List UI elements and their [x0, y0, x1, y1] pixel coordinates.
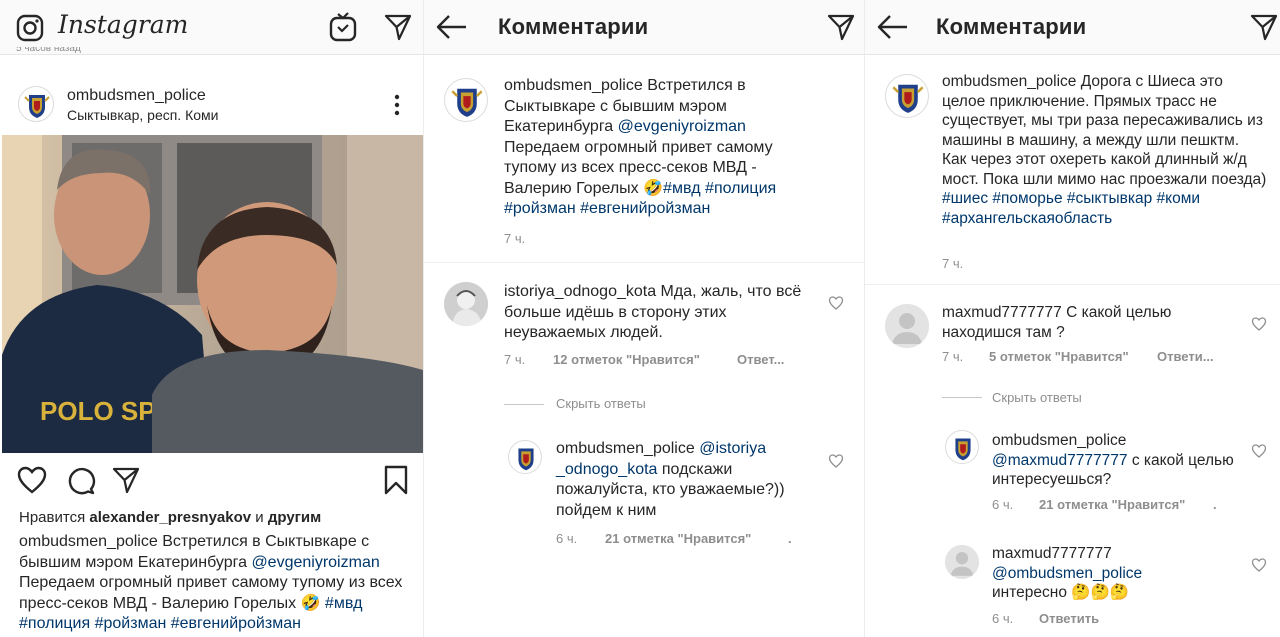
likes-line: Нравится alexander_presnyakov и другим [19, 509, 321, 526]
likes-count-text[interactable]: 12 отметок "Нравится" [553, 352, 700, 367]
likes-count-text[interactable]: 21 отметка "Нравится" [605, 531, 751, 546]
caption-mention[interactable]: @evgeniyroizman [251, 554, 379, 571]
comment-likes-count[interactable]: 5 отметок "Нравится" [989, 349, 1129, 364]
divider [424, 262, 865, 263]
caption-time: 7 ч. [504, 231, 526, 246]
avatar[interactable] [945, 545, 979, 579]
caption-comment: ombudsmen_police Дорога с Шиеса это цело… [942, 72, 1267, 228]
comment-text: maxmud7777777 С какой целью находишся та… [942, 303, 1232, 342]
reply-link[interactable]: . [788, 531, 792, 546]
reply-time: 6 ч. [556, 531, 578, 546]
divider [504, 404, 544, 405]
reply-link-text[interactable]: Ответ... [737, 352, 784, 367]
comment-like-heart-icon[interactable] [828, 454, 844, 468]
comment-username[interactable]: istoriya_odnogo_kota [504, 283, 656, 300]
divider [942, 397, 982, 398]
comment-like-heart-icon[interactable] [1251, 317, 1267, 331]
likes-prefix: Нравится [19, 509, 90, 526]
hide-replies-button[interactable]: Скрыть ответы [992, 390, 1082, 405]
post-username[interactable]: ombudsmen_police [67, 87, 206, 105]
direct-message-icon[interactable] [826, 13, 856, 41]
likes-user-link[interactable]: alexander_presnyakov [89, 509, 251, 526]
reply-username[interactable]: ombudsmen_police [556, 440, 695, 457]
reply-time: 6 ч. [992, 497, 1014, 512]
comments-panel-1: Комментарии ombudsmen_police Встретился … [424, 0, 865, 637]
reply-username[interactable]: ombudsmen_police [992, 432, 1126, 449]
comment-time: 7 ч. [504, 352, 526, 367]
like-heart-icon[interactable] [17, 466, 47, 494]
direct-message-icon[interactable] [384, 13, 412, 41]
comments-title: Комментарии [936, 14, 1087, 39]
share-icon[interactable] [112, 466, 140, 494]
comments-title: Комментарии [498, 14, 649, 39]
comment-likes-count[interactable]: 12 отметок "Нравится" [553, 352, 700, 367]
reply-text: ombudsmen_police @istoriya _odnogo_kota … [556, 439, 818, 521]
camera-icon[interactable] [16, 14, 44, 42]
back-arrow-icon[interactable] [436, 14, 468, 40]
reply-link-text[interactable]: . [1213, 497, 1217, 512]
avatar[interactable] [444, 282, 488, 326]
avatar[interactable] [945, 430, 979, 464]
reply-likes-count[interactable]: 21 отметка "Нравится" [1039, 497, 1185, 512]
likes-others-link[interactable]: другим [268, 509, 321, 526]
post-caption: ombudsmen_police Встретился в Сыктывкаре… [19, 532, 405, 635]
back-arrow-icon[interactable] [877, 14, 909, 40]
comments-header-1: Комментарии [424, 0, 865, 55]
reply-body: интересно 🤔🤔🤔 [992, 584, 1130, 601]
likes-and: и [251, 509, 268, 526]
comment-like-heart-icon[interactable] [1251, 444, 1267, 458]
feed-header: Instagram 5 часов назад [0, 0, 424, 55]
caption-text: Дорога с Шиеса это целое приключение. Пр… [942, 73, 1267, 188]
reply-link[interactable]: Ответить [1039, 611, 1099, 626]
reply-username[interactable]: maxmud7777777 [992, 545, 1112, 562]
reply-link-text[interactable]: Ответить [1039, 611, 1099, 626]
comment-like-heart-icon[interactable] [828, 296, 844, 310]
comments-header-2: Комментарии [865, 0, 1280, 55]
more-options-icon[interactable] [392, 94, 402, 116]
older-post-time: 5 часов назад [16, 47, 81, 54]
comment-time: 7 ч. [942, 349, 964, 364]
reply-link[interactable]: Ответ... [737, 352, 784, 367]
caption-time: 7 ч. [942, 256, 964, 271]
instagram-logo: Instagram [58, 10, 189, 39]
reply-text: ombudsmen_police @maxmud7777777 с какой … [992, 431, 1242, 490]
likes-count-text[interactable]: 21 отметка "Нравится" [1039, 497, 1185, 512]
comment-icon[interactable] [66, 466, 96, 496]
hide-replies-button[interactable]: Скрыть ответы [556, 396, 646, 411]
caption-comment: ombudsmen_police Встретился в Сыктывкаре… [504, 76, 824, 220]
reply-link[interactable]: Ответи... [1157, 349, 1214, 364]
avatar[interactable] [18, 86, 54, 122]
comment-like-heart-icon[interactable] [1251, 558, 1267, 572]
comment-username[interactable]: maxmud7777777 [942, 304, 1062, 321]
caption-hashtags[interactable]: #шиес #поморье #сыктывкар #коми #арханге… [942, 190, 1200, 227]
igtv-icon[interactable] [329, 12, 357, 42]
avatar[interactable] [444, 78, 488, 122]
caption-mention[interactable]: @evgeniyroizman [618, 118, 746, 135]
likes-count-text[interactable]: 5 отметок "Нравится" [989, 349, 1129, 364]
reply-link-text[interactable]: Ответи... [1157, 349, 1214, 364]
reply-likes-count[interactable]: 21 отметка "Нравится" [605, 531, 751, 546]
reply-mention[interactable]: @ombudsmen_police [992, 565, 1142, 582]
avatar[interactable] [885, 304, 929, 348]
reply-text: maxmud7777777 @ombudsmen_police интересн… [992, 544, 1242, 603]
comment-text: istoriya_odnogo_kota Мда, жаль, что всё … [504, 282, 804, 344]
reply-time: 6 ч. [992, 611, 1014, 626]
direct-message-icon[interactable] [1249, 13, 1279, 41]
caption-username[interactable]: ombudsmen_police [19, 533, 158, 550]
divider [865, 284, 1280, 285]
post-location[interactable]: Сыктывкар, респ. Коми [67, 107, 218, 123]
reply-link-text[interactable]: . [788, 531, 792, 546]
comments-panel-2: Комментарии ombudsmen_police Дорога с Ши… [865, 0, 1280, 637]
caption-username[interactable]: ombudsmen_police [504, 77, 643, 94]
feed-panel: Instagram 5 часов назад ombudsmen_police… [0, 0, 424, 637]
post-photo[interactable]: POLO SPORT [2, 135, 423, 453]
avatar[interactable] [508, 440, 542, 474]
bookmark-icon[interactable] [383, 465, 409, 495]
caption-username[interactable]: ombudsmen_police [942, 73, 1076, 90]
avatar[interactable] [885, 74, 929, 118]
reply-mention[interactable]: @maxmud7777777 [992, 452, 1128, 469]
reply-link[interactable]: . [1213, 497, 1217, 512]
